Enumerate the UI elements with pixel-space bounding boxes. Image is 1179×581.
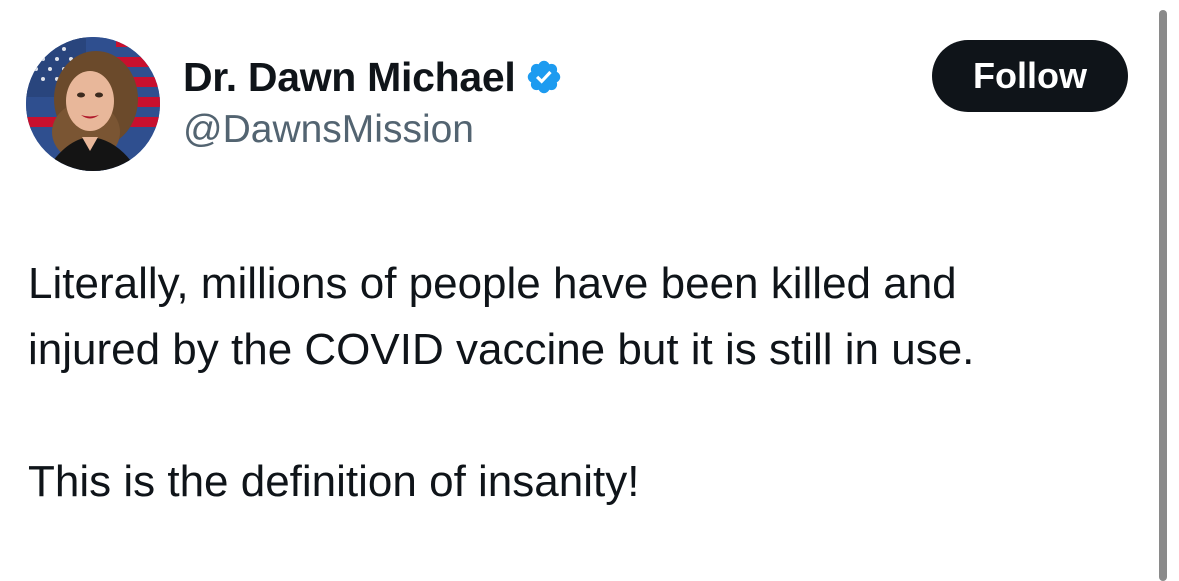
verified-badge-icon bbox=[528, 60, 561, 94]
tweet-text-line: This is the definition of insanity! bbox=[28, 457, 640, 506]
author-name-row: Dr. Dawn Michael bbox=[183, 52, 563, 102]
tweet-card: Dr. Dawn Michael @DawnsMission Follow Li… bbox=[0, 0, 1179, 581]
profile-photo-icon bbox=[26, 37, 160, 171]
tweet-text-line: Literally, millions of people have been … bbox=[28, 259, 957, 308]
author-avatar[interactable] bbox=[26, 37, 160, 171]
tweet-text-line: injured by the COVID vaccine but it is s… bbox=[28, 325, 975, 374]
tweet-text: Literally, millions of people have been … bbox=[28, 251, 1138, 515]
author-handle[interactable]: @DawnsMission bbox=[183, 108, 474, 152]
scrollbar[interactable] bbox=[1159, 10, 1167, 581]
author-display-name[interactable]: Dr. Dawn Michael bbox=[183, 54, 516, 101]
follow-button[interactable]: Follow bbox=[932, 40, 1128, 112]
